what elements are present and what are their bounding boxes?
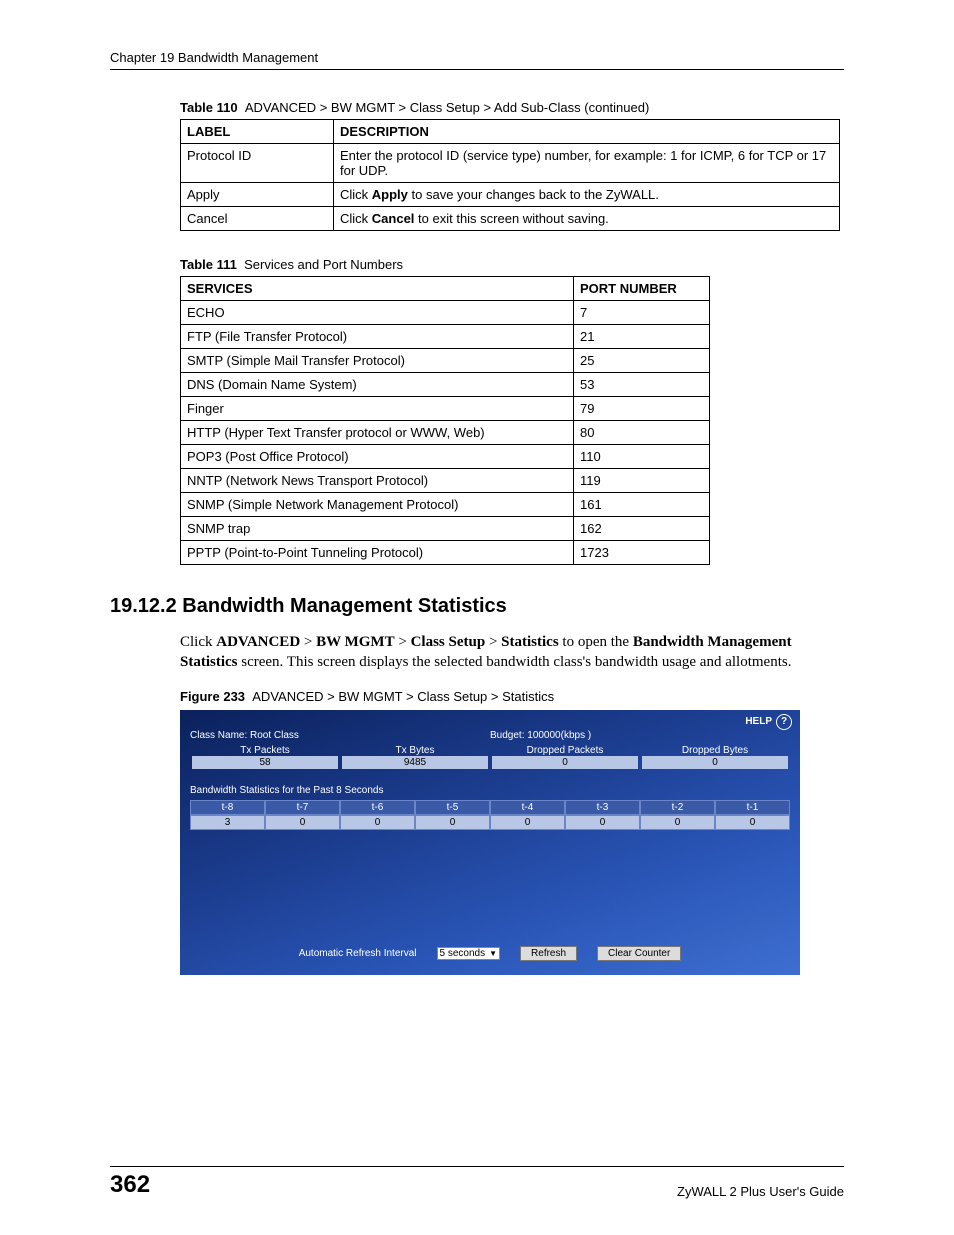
guide-name: ZyWALL 2 Plus User's Guide	[677, 1184, 844, 1199]
table110-caption: Table 110 ADVANCED > BW MGMT > Class Set…	[110, 100, 844, 115]
refresh-interval-label: Automatic Refresh Interval	[299, 948, 417, 959]
table-row: Finger79	[181, 397, 710, 421]
table110-th-desc: DESCRIPTION	[334, 120, 840, 144]
time-header: t-4	[490, 800, 565, 815]
table-row: ECHO7	[181, 301, 710, 325]
table110-header-row: LABEL DESCRIPTION	[181, 120, 840, 144]
table111: SERVICES PORT NUMBER ECHO7 FTP (File Tra…	[180, 276, 710, 565]
time-header: t-8	[190, 800, 265, 815]
table110-caption-rest: ADVANCED > BW MGMT > Class Setup > Add S…	[245, 100, 649, 115]
table-row: Apply Click Apply to save your changes b…	[181, 183, 840, 207]
table111-caption-bold: Table 111	[180, 257, 237, 272]
cell-desc: Enter the protocol ID (service type) num…	[334, 144, 840, 183]
time-value: 0	[565, 815, 640, 830]
clear-counter-button[interactable]: Clear Counter	[597, 946, 681, 961]
cell-label: Apply	[181, 183, 334, 207]
table110-caption-bold: Table 110	[180, 100, 238, 115]
time-value: 0	[265, 815, 340, 830]
help-link[interactable]: HELP ?	[745, 714, 792, 730]
help-icon: ?	[776, 714, 792, 730]
time-value: 0	[340, 815, 415, 830]
chevron-down-icon: ▼	[489, 949, 497, 958]
time-value: 0	[415, 815, 490, 830]
val-dropped-packets: 0	[492, 756, 638, 769]
page-number: 362	[110, 1171, 150, 1199]
col-tx-bytes: Tx Bytes	[340, 745, 490, 756]
past8-label: Bandwidth Statistics for the Past 8 Seco…	[190, 785, 790, 796]
figure-caption: Figure 233 ADVANCED > BW MGMT > Class Se…	[180, 689, 844, 704]
time-value: 0	[715, 815, 790, 830]
statistics-screenshot: HELP ? Class Name: Root Class Budget: 10…	[180, 710, 800, 975]
val-tx-packets: 58	[192, 756, 338, 769]
time-header: t-6	[340, 800, 415, 815]
table111-caption-rest: Services and Port Numbers	[244, 257, 403, 272]
col-dropped-bytes: Dropped Bytes	[640, 745, 790, 756]
table-row: HTTP (Hyper Text Transfer protocol or WW…	[181, 421, 710, 445]
table110: LABEL DESCRIPTION Protocol ID Enter the …	[180, 119, 840, 231]
time-header: t-1	[715, 800, 790, 815]
table111-th-port: PORT NUMBER	[574, 277, 710, 301]
col-dropped-packets: Dropped Packets	[490, 745, 640, 756]
time-value: 3	[190, 815, 265, 830]
section-paragraph: Click ADVANCED > BW MGMT > Class Setup >…	[180, 632, 844, 673]
time-header: t-5	[415, 800, 490, 815]
time-value: 0	[490, 815, 565, 830]
cell-label: Cancel	[181, 207, 334, 231]
cell-desc: Click Apply to save your changes back to…	[334, 183, 840, 207]
table-row: SNMP (Simple Network Management Protocol…	[181, 493, 710, 517]
chapter-header: Chapter 19 Bandwidth Management	[110, 50, 844, 65]
col-tx-packets: Tx Packets	[190, 745, 340, 756]
cell-label: Protocol ID	[181, 144, 334, 183]
figure-caption-bold: Figure 233	[180, 689, 245, 704]
table-row: SNMP trap162	[181, 517, 710, 541]
val-tx-bytes: 9485	[342, 756, 488, 769]
section-heading: 19.12.2 Bandwidth Management Statistics	[110, 595, 844, 618]
footer-rule	[110, 1166, 844, 1167]
time-header: t-3	[565, 800, 640, 815]
header-rule	[110, 69, 844, 70]
val-dropped-bytes: 0	[642, 756, 788, 769]
table-row: SMTP (Simple Mail Transfer Protocol)25	[181, 349, 710, 373]
table-row: Protocol ID Enter the protocol ID (servi…	[181, 144, 840, 183]
refresh-button[interactable]: Refresh	[520, 946, 577, 961]
table111-caption: Table 111 Services and Port Numbers	[110, 257, 844, 272]
cell-desc: Click Cancel to exit this screen without…	[334, 207, 840, 231]
time-value: 0	[640, 815, 715, 830]
budget-label: Budget: 100000(kbps )	[490, 730, 790, 741]
refresh-interval-value: 5 seconds	[440, 948, 486, 959]
class-name-label: Class Name: Root Class	[190, 730, 490, 741]
table-row: PPTP (Point-to-Point Tunneling Protocol)…	[181, 541, 710, 565]
table110-th-label: LABEL	[181, 120, 334, 144]
table-row: FTP (File Transfer Protocol)21	[181, 325, 710, 349]
refresh-interval-select[interactable]: 5 seconds ▼	[437, 947, 501, 960]
table111-th-services: SERVICES	[181, 277, 574, 301]
figure-caption-rest: ADVANCED > BW MGMT > Class Setup > Stati…	[252, 689, 554, 704]
table-row: NNTP (Network News Transport Protocol)11…	[181, 469, 710, 493]
time-header: t-2	[640, 800, 715, 815]
table-row: Cancel Click Cancel to exit this screen …	[181, 207, 840, 231]
help-label: HELP	[745, 716, 772, 727]
table111-header-row: SERVICES PORT NUMBER	[181, 277, 710, 301]
table-row: POP3 (Post Office Protocol)110	[181, 445, 710, 469]
time-header: t-7	[265, 800, 340, 815]
table-row: DNS (Domain Name System)53	[181, 373, 710, 397]
